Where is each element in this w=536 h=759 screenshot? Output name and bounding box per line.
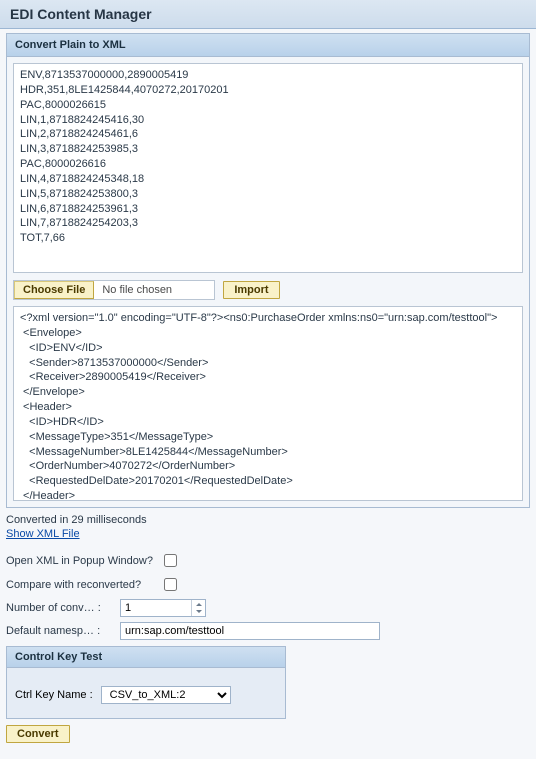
- numconv-label: Number of conv… :: [6, 602, 116, 614]
- compare-label: Compare with reconverted?: [6, 579, 156, 591]
- control-key-title: Control Key Test: [7, 647, 285, 668]
- popup-label: Open XML in Popup Window?: [6, 555, 156, 567]
- namespace-row: Default namesp… :: [6, 622, 530, 640]
- numconv-wrap: [120, 599, 206, 617]
- ctrlkey-select[interactable]: CSV_to_XML:2: [101, 686, 231, 704]
- compare-checkbox[interactable]: [164, 578, 177, 591]
- plain-input[interactable]: [13, 63, 523, 273]
- popup-row: Open XML in Popup Window?: [6, 551, 530, 570]
- convert-panel: Convert Plain to XML Choose File No file…: [6, 33, 530, 508]
- ctrlkey-label: Ctrl Key Name :: [15, 689, 93, 701]
- convert-button[interactable]: Convert: [6, 725, 70, 743]
- panel-title: Convert Plain to XML: [7, 34, 529, 57]
- file-chosen-label: No file chosen: [94, 284, 214, 296]
- show-xml-link[interactable]: Show XML File: [6, 528, 80, 540]
- ctrlkey-row: Ctrl Key Name : CSV_to_XML:2: [15, 686, 277, 704]
- app-title: EDI Content Manager: [0, 0, 536, 29]
- namespace-input[interactable]: [120, 622, 380, 640]
- numconv-input[interactable]: [121, 600, 191, 616]
- stepper-icon[interactable]: [191, 600, 205, 616]
- choose-file-button[interactable]: Choose File: [14, 281, 94, 299]
- import-button[interactable]: Import: [223, 281, 279, 299]
- control-key-panel: Control Key Test Ctrl Key Name : CSV_to_…: [6, 646, 286, 719]
- status-text: Converted in 29 milliseconds: [6, 514, 530, 526]
- page-body: Convert Plain to XML Choose File No file…: [0, 29, 536, 759]
- numconv-row: Number of conv… :: [6, 599, 530, 617]
- namespace-label: Default namesp… :: [6, 625, 116, 637]
- compare-row: Compare with reconverted?: [6, 575, 530, 594]
- file-row: Choose File No file chosen Import: [13, 280, 523, 300]
- file-chooser[interactable]: Choose File No file chosen: [13, 280, 215, 300]
- xml-output[interactable]: <?xml version="1.0" encoding="UTF-8"?><n…: [13, 306, 523, 501]
- popup-checkbox[interactable]: [164, 554, 177, 567]
